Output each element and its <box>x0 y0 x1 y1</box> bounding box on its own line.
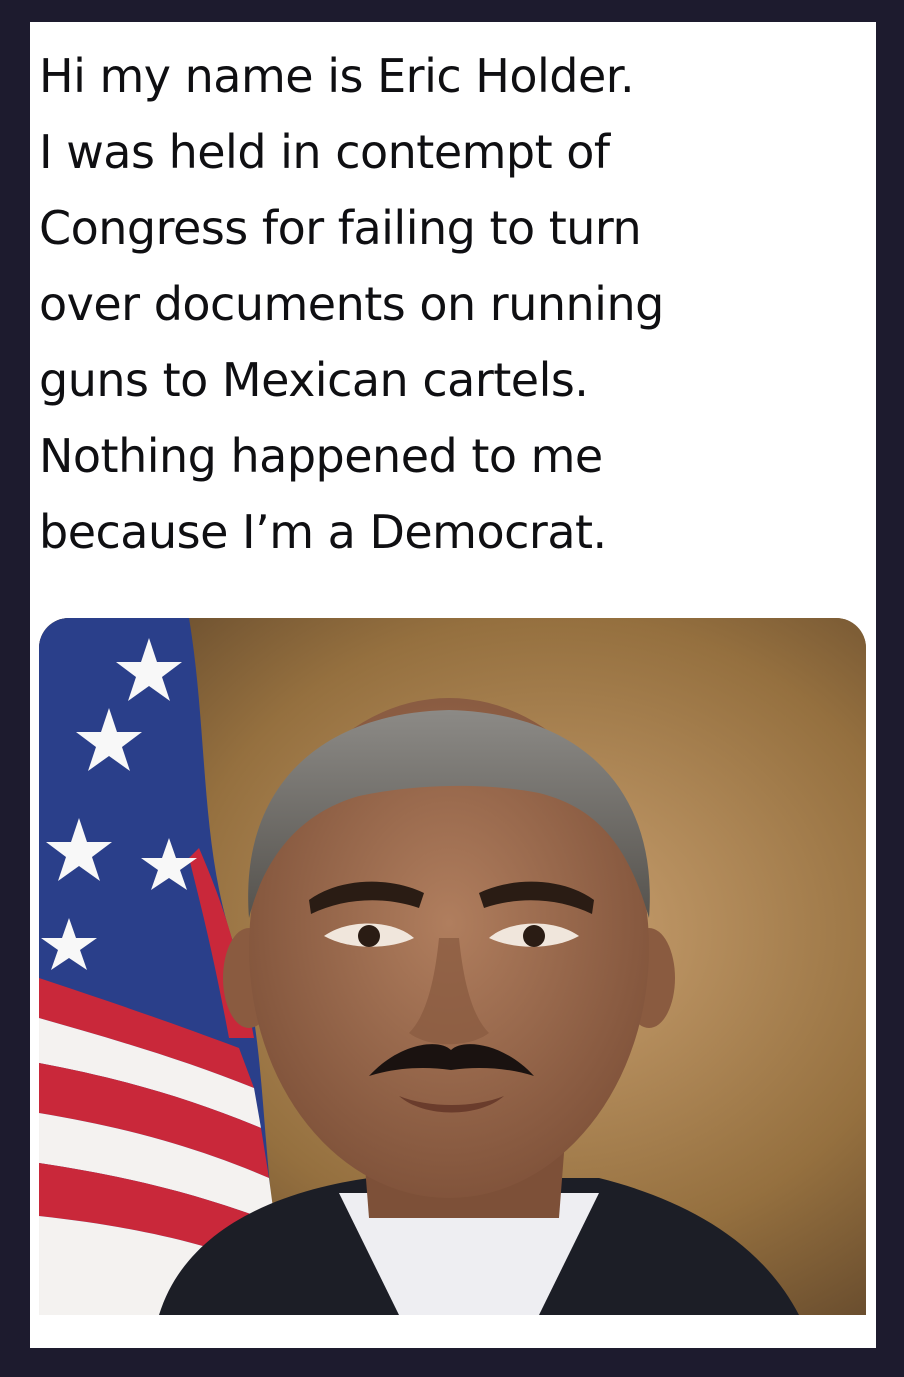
post-text-line: Nothing happened to me <box>39 429 603 483</box>
card-bottom-margin <box>30 1340 876 1348</box>
post-text-line: because I’m a Democrat. <box>39 505 607 559</box>
meme-card: Hi my name is Eric Holder. I was held in… <box>30 22 876 1348</box>
post-text-line: Congress for failing to turn <box>39 201 642 255</box>
post-text: Hi my name is Eric Holder. I was held in… <box>39 38 859 570</box>
portrait-photo <box>39 618 866 1315</box>
left-pupil <box>358 925 380 947</box>
post-text-line: Hi my name is Eric Holder. <box>39 49 635 103</box>
portrait-illustration <box>39 618 866 1315</box>
right-pupil <box>523 925 545 947</box>
post-text-line: over documents on running <box>39 277 664 331</box>
post-text-line: I was held in contempt of <box>39 125 610 179</box>
post-text-line: guns to Mexican cartels. <box>39 353 589 407</box>
